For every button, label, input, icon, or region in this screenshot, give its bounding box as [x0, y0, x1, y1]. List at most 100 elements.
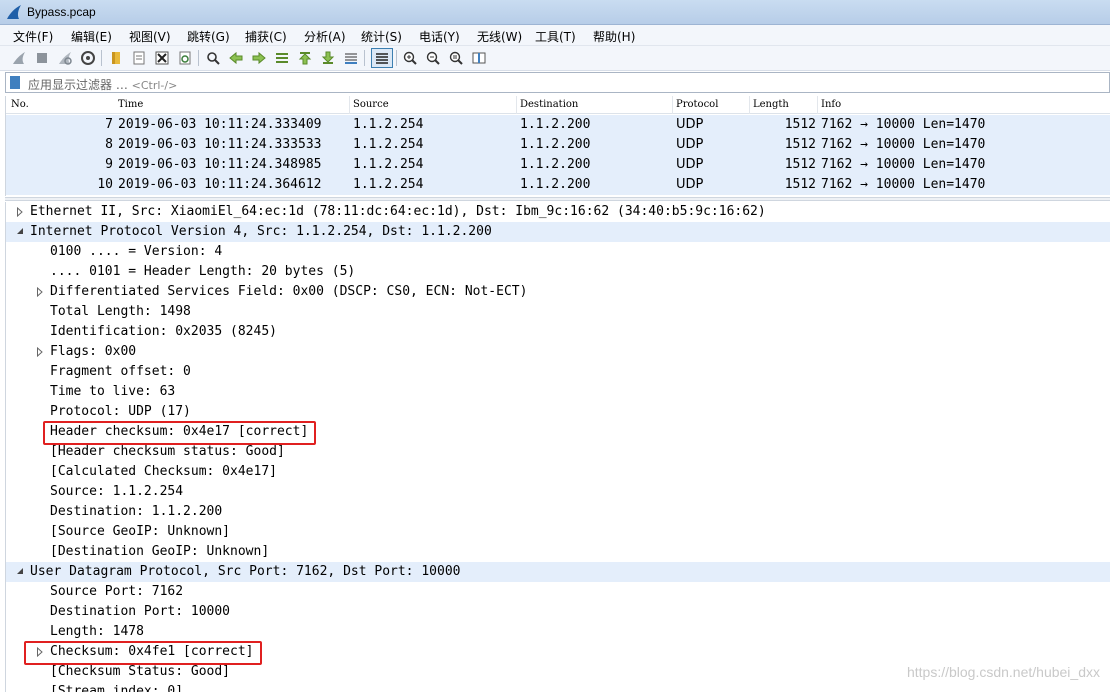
packet-no: 10 — [97, 177, 113, 192]
go-to-packet-icon[interactable] — [273, 49, 291, 67]
packet-no: 9 — [105, 157, 113, 172]
packet-time: 2019-06-03 10:11:24.364612 — [118, 177, 322, 192]
packet-destination: 1.1.2.200 — [520, 137, 591, 152]
tree-collapsed-icon[interactable] — [16, 207, 24, 217]
tree-collapsed-icon[interactable] — [36, 287, 44, 297]
packet-row[interactable]: 8 2019-06-03 10:11:24.333533 1.1.2.254 1… — [6, 135, 1110, 155]
column-length[interactable]: Length — [753, 99, 789, 110]
packet-no: 8 — [105, 137, 113, 152]
shark-fin-start-icon[interactable] — [10, 49, 28, 67]
menu-edit[interactable]: 编辑(E) — [71, 28, 112, 45]
main-toolbar — [0, 46, 1110, 71]
first-packet-icon[interactable] — [296, 49, 314, 67]
detail-row[interactable]: Length: 1478 — [6, 622, 1110, 642]
packet-protocol: UDP — [676, 137, 704, 152]
packet-destination: 1.1.2.200 — [520, 117, 591, 132]
menu-statistics[interactable]: 统计(S) — [361, 28, 402, 45]
filter-placeholder: 应用显示过滤器 … <Ctrl-/> — [28, 78, 178, 92]
packet-no: 7 — [105, 117, 113, 132]
packet-destination: 1.1.2.200 — [520, 157, 591, 172]
menu-telephony[interactable]: 电话(Y) — [419, 28, 460, 45]
detail-row[interactable]: Fragment offset: 0 — [6, 362, 1110, 382]
detail-text: .... 0101 = Header Length: 20 bytes (5) — [50, 264, 356, 279]
tree-expanded-icon[interactable] — [16, 567, 24, 577]
reload-icon[interactable] — [176, 49, 194, 67]
column-protocol[interactable]: Protocol — [676, 99, 718, 110]
packet-row[interactable]: 10 2019-06-03 10:11:24.364612 1.1.2.254 … — [6, 175, 1110, 195]
pane-splitter[interactable] — [5, 197, 1110, 201]
filter-bookmark-icon[interactable] — [10, 76, 20, 89]
stop-icon[interactable] — [33, 49, 51, 67]
detail-text: Source: 1.1.2.254 — [50, 484, 184, 499]
packet-time: 2019-06-03 10:11:24.348985 — [118, 157, 322, 172]
menu-capture[interactable]: 捕获(C) — [245, 28, 287, 45]
column-destination[interactable]: Destination — [520, 99, 578, 110]
tree-expanded-icon[interactable] — [16, 227, 24, 237]
menu-analyze[interactable]: 分析(A) — [304, 28, 346, 45]
menu-go[interactable]: 跳转(G) — [187, 28, 230, 45]
column-info[interactable]: Info — [821, 99, 841, 110]
detail-row[interactable]: Internet Protocol Version 4, Src: 1.1.2.… — [6, 222, 1110, 242]
packet-protocol: UDP — [676, 117, 704, 132]
menu-view[interactable]: 视图(V) — [129, 28, 171, 45]
watermark: https://blog.csdn.net/hubei_dxx — [906, 664, 1100, 680]
detail-row[interactable]: Source: 1.1.2.254 — [6, 482, 1110, 502]
column-source[interactable]: Source — [353, 99, 389, 110]
resize-columns-icon[interactable] — [470, 49, 488, 67]
packet-info: 7162 → 10000 Len=1470 — [821, 177, 986, 192]
detail-row[interactable]: [Source GeoIP: Unknown] — [6, 522, 1110, 542]
detail-text: Identification: 0x2035 (8245) — [50, 324, 277, 339]
packet-details: Ethernet II, Src: XiaomiEl_64:ec:1d (78:… — [5, 202, 1110, 692]
autoscroll-icon[interactable] — [342, 49, 360, 67]
menu-file[interactable]: 文件(F) — [13, 28, 53, 45]
packet-length: 1512 — [784, 157, 816, 172]
packet-info: 7162 → 10000 Len=1470 — [821, 157, 986, 172]
detail-text: Fragment offset: 0 — [50, 364, 191, 379]
wireshark-fin-icon — [7, 5, 21, 19]
detail-row[interactable]: 0100 .... = Version: 4 — [6, 242, 1110, 262]
detail-row[interactable]: Destination Port: 10000 — [6, 602, 1110, 622]
detail-row[interactable]: Identification: 0x2035 (8245) — [6, 322, 1110, 342]
menu-wireless[interactable]: 无线(W) — [477, 28, 522, 45]
menu-help[interactable]: 帮助(H) — [593, 28, 635, 45]
display-filter-input[interactable]: 应用显示过滤器 … <Ctrl-/> — [5, 72, 1110, 93]
packet-row[interactable]: 9 2019-06-03 10:11:24.348985 1.1.2.254 1… — [6, 155, 1110, 175]
capture-options-icon[interactable] — [79, 49, 97, 67]
packet-row[interactable]: 7 2019-06-03 10:11:24.333409 1.1.2.254 1… — [6, 115, 1110, 135]
detail-text: Ethernet II, Src: XiaomiEl_64:ec:1d (78:… — [30, 204, 766, 219]
detail-row[interactable]: [Stream index: 0] — [6, 682, 1110, 692]
detail-row[interactable]: [Calculated Checksum: 0x4e17] — [6, 462, 1110, 482]
restart-icon[interactable] — [56, 49, 74, 67]
detail-text: Flags: 0x00 — [50, 344, 137, 359]
menu-tools[interactable]: 工具(T) — [535, 28, 576, 45]
zoom-in-icon[interactable] — [401, 49, 419, 67]
detail-row[interactable]: Total Length: 1498 — [6, 302, 1110, 322]
last-packet-icon[interactable] — [319, 49, 337, 67]
detail-row[interactable]: Time to live: 63 — [6, 382, 1110, 402]
detail-text: 0100 .... = Version: 4 — [50, 244, 223, 259]
detail-text: Time to live: 63 — [50, 384, 176, 399]
detail-row[interactable]: [Header checksum status: Good] — [6, 442, 1110, 462]
close-file-icon[interactable] — [153, 49, 171, 67]
zoom-out-icon[interactable] — [424, 49, 442, 67]
normal-size-icon[interactable] — [447, 49, 465, 67]
column-time[interactable]: Time — [118, 99, 143, 110]
go-back-icon[interactable] — [227, 49, 245, 67]
detail-row[interactable]: Flags: 0x00 — [6, 342, 1110, 362]
save-file-icon[interactable] — [130, 49, 148, 67]
detail-row[interactable]: Differentiated Services Field: 0x00 (DSC… — [6, 282, 1110, 302]
detail-row[interactable]: Protocol: UDP (17) — [6, 402, 1110, 422]
column-no[interactable]: No. — [11, 99, 29, 110]
detail-row[interactable]: Destination: 1.1.2.200 — [6, 502, 1110, 522]
go-forward-icon[interactable] — [250, 49, 268, 67]
detail-row[interactable]: User Datagram Protocol, Src Port: 7162, … — [6, 562, 1110, 582]
detail-row[interactable]: Ethernet II, Src: XiaomiEl_64:ec:1d (78:… — [6, 202, 1110, 222]
colorize-icon[interactable] — [371, 48, 393, 68]
open-file-icon[interactable] — [107, 49, 125, 67]
detail-text: Differentiated Services Field: 0x00 (DSC… — [50, 284, 528, 299]
detail-row[interactable]: [Destination GeoIP: Unknown] — [6, 542, 1110, 562]
detail-row[interactable]: Source Port: 7162 — [6, 582, 1110, 602]
detail-row[interactable]: .... 0101 = Header Length: 20 bytes (5) — [6, 262, 1110, 282]
find-icon[interactable] — [204, 49, 222, 67]
tree-collapsed-icon[interactable] — [36, 347, 44, 357]
